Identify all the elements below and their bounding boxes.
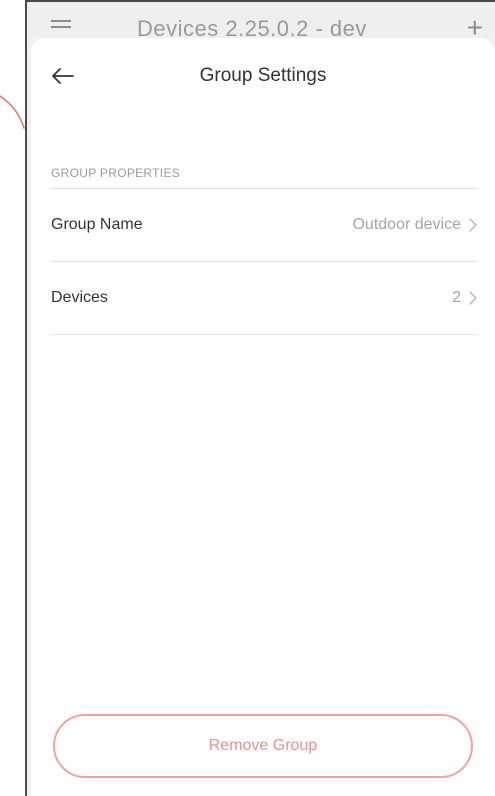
group-name-row[interactable]: Group Name Outdoor device [51,189,477,262]
devices-value-container: 2 [452,289,477,307]
page-title: Group Settings [199,65,327,86]
chevron-right-icon [469,291,477,305]
section-label: GROUP PROPERTIES [51,166,181,180]
background-app-bar: Devices 2.25.0.2 - dev + [27,2,495,42]
screen: Devices 2.25.0.2 - dev + Group Settings … [0,0,495,796]
group-name-value: Outdoor device [352,216,461,233]
phone-frame: Devices 2.25.0.2 - dev + Group Settings … [25,0,495,796]
chevron-right-icon [469,218,477,232]
group-name-value-container: Outdoor device [352,216,477,234]
menu-icon[interactable] [51,20,71,32]
group-settings-sheet: Group Settings GROUP PROPERTIES Group Na… [31,38,495,796]
devices-row[interactable]: Devices 2 [51,262,477,335]
devices-count: 2 [452,289,461,306]
sheet-header: Group Settings [31,38,495,114]
devices-label: Devices [51,289,108,306]
group-name-label: Group Name [51,216,143,233]
remove-group-button[interactable]: Remove Group [53,714,473,778]
